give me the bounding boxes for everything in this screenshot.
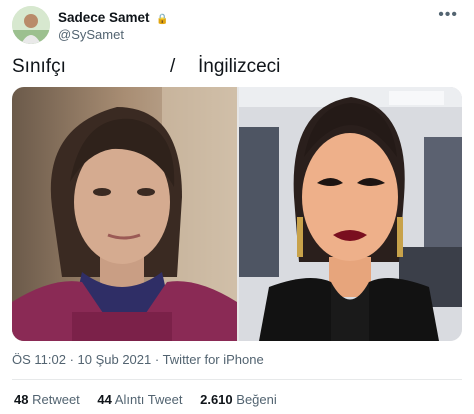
retweets-stat[interactable]: 48 Retweet (14, 392, 83, 407)
divider-top (12, 379, 462, 380)
protected-icon: 🔒 (156, 14, 169, 25)
tweet-header: Sadece Samet 🔒 @SySamet ••• (12, 6, 464, 44)
quotes-label: Alıntı Tweet (114, 392, 183, 407)
quotes-stat[interactable]: 44 Alıntı Tweet (97, 392, 186, 407)
photo-left[interactable] (12, 87, 237, 341)
author-handle[interactable]: @SySamet (58, 27, 124, 42)
quotes-count: 44 (97, 392, 112, 407)
likes-stat[interactable]: 2.610 Beğeni (200, 392, 277, 407)
caption-right: İngilizceci (198, 56, 281, 77)
tweet-text: Sınıfçı / İngilizceci (12, 56, 280, 78)
tweet-media[interactable] (12, 87, 462, 341)
author-name[interactable]: Sadece Samet 🔒 (58, 10, 169, 25)
likes-count: 2.610 (200, 392, 233, 407)
avatar-image (12, 6, 50, 44)
tweet-stats: 48 Retweet 44 Alıntı Tweet 2.610 Beğeni (14, 392, 291, 407)
caption-left: Sınıfçı (12, 56, 66, 77)
author-name-text[interactable]: Sadece Samet (58, 10, 150, 25)
caption-separator: / (170, 56, 176, 77)
photo-right-image (239, 87, 462, 341)
likes-label: Beğeni (236, 392, 277, 407)
ellipsis-icon[interactable]: ••• (438, 6, 458, 24)
retweets-label: Retweet (32, 392, 80, 407)
photo-right[interactable] (239, 87, 462, 341)
avatar[interactable] (12, 6, 50, 44)
retweets-count: 48 (14, 392, 29, 407)
photo-left-image (12, 87, 237, 341)
tweet-timestamp[interactable]: ÖS 11:02 · 10 Şub 2021 · Twitter for iPh… (12, 352, 264, 367)
